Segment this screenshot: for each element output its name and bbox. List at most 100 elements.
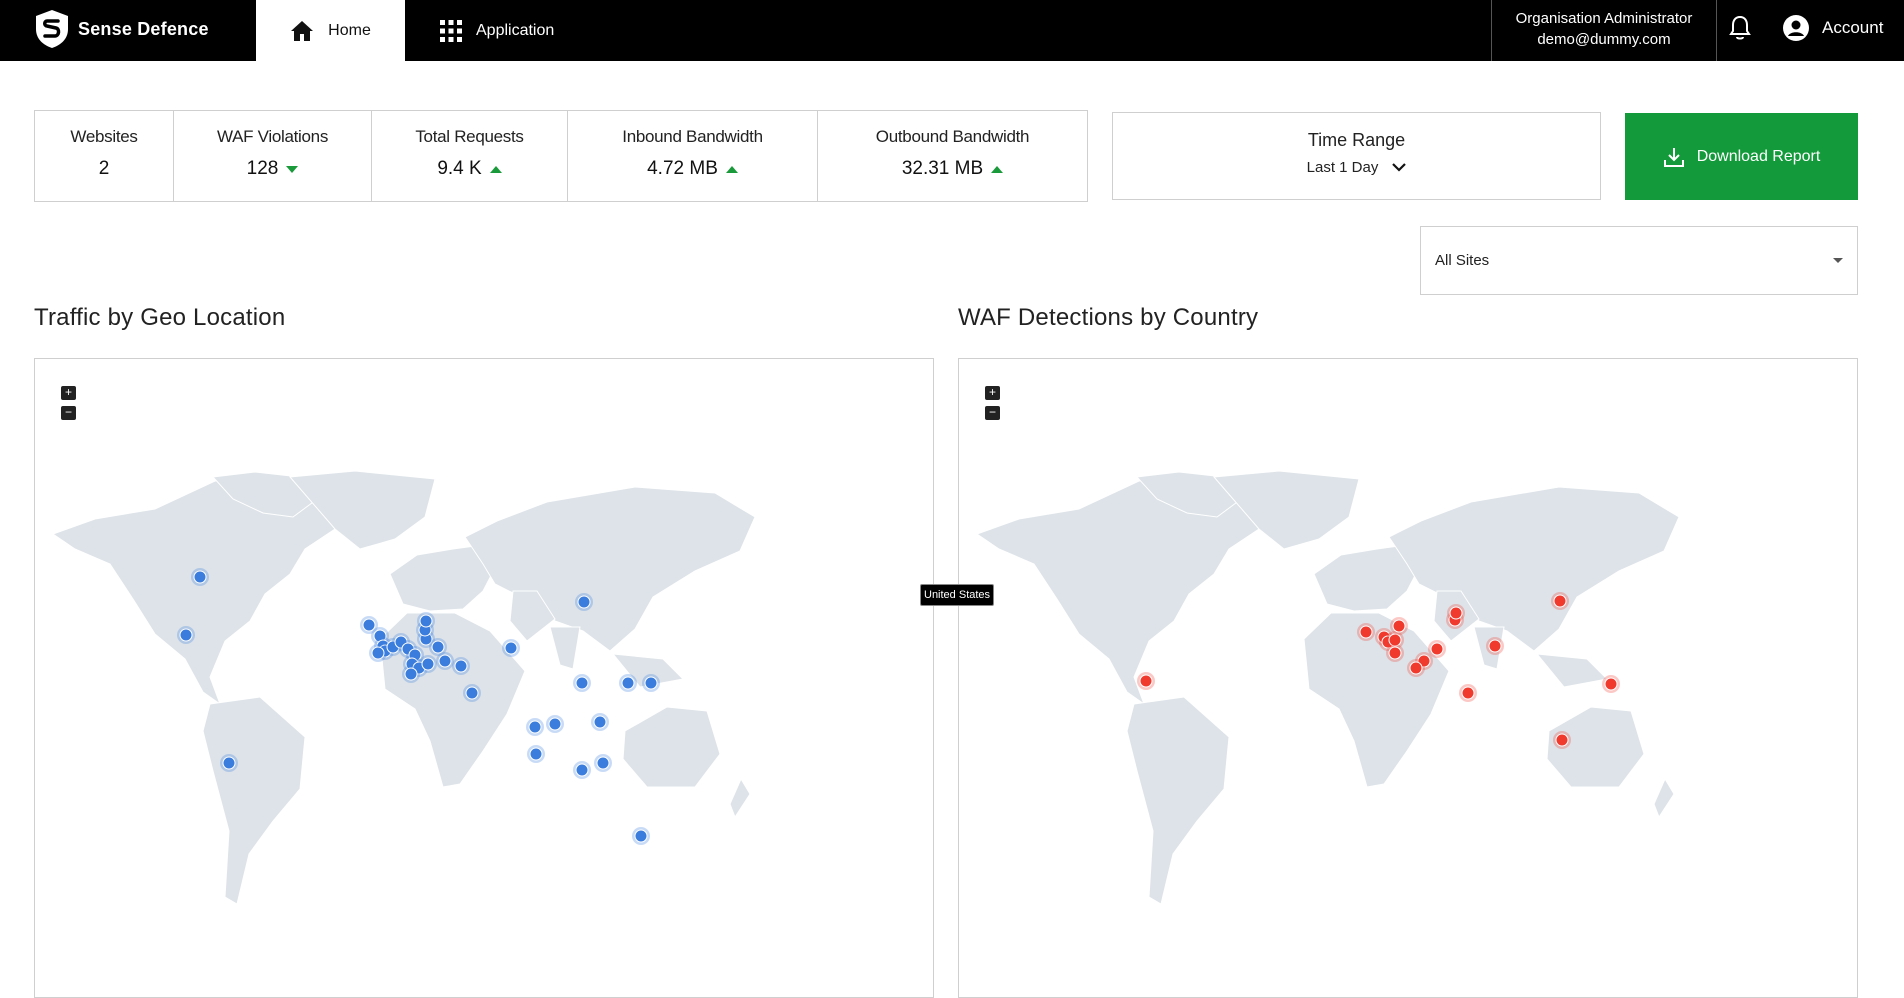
stat-total-requests: Total Requests 9.4 K bbox=[372, 111, 568, 201]
tab-home[interactable]: Home bbox=[256, 0, 405, 61]
caret-down-icon bbox=[1833, 258, 1843, 263]
trend-up-icon bbox=[725, 165, 738, 173]
location-marker[interactable] bbox=[591, 713, 609, 731]
traffic-geo-map[interactable]: + − bbox=[34, 358, 934, 998]
shield-logo-icon bbox=[36, 10, 68, 48]
location-marker[interactable] bbox=[191, 568, 209, 586]
traffic-map-title: Traffic by Geo Location bbox=[34, 304, 286, 331]
location-marker[interactable] bbox=[619, 674, 637, 692]
tab-application-label: Application bbox=[476, 21, 555, 39]
location-marker[interactable] bbox=[419, 655, 437, 673]
stat-label: Inbound Bandwidth bbox=[622, 127, 763, 146]
location-marker[interactable] bbox=[642, 674, 660, 692]
location-marker[interactable] bbox=[1486, 637, 1504, 655]
stat-value: 2 bbox=[98, 158, 110, 179]
location-marker[interactable] bbox=[1137, 672, 1155, 690]
nav-divider bbox=[1491, 0, 1492, 61]
location-marker[interactable] bbox=[369, 644, 387, 662]
location-marker[interactable] bbox=[402, 665, 420, 683]
user-role: Organisation Administrator bbox=[1515, 10, 1693, 27]
land-region bbox=[51, 476, 356, 706]
brand-logo[interactable]: Sense Defence bbox=[34, 9, 209, 49]
location-marker[interactable] bbox=[1553, 731, 1571, 749]
grid-icon bbox=[440, 19, 462, 42]
tab-application[interactable]: Application bbox=[440, 0, 554, 61]
stat-label: WAF Violations bbox=[216, 127, 329, 146]
time-range-select[interactable]: Last 1 Day bbox=[1113, 159, 1600, 176]
location-marker[interactable] bbox=[1428, 640, 1446, 658]
location-marker[interactable] bbox=[1386, 644, 1404, 662]
site-select[interactable]: All Sites bbox=[1420, 226, 1858, 295]
download-icon bbox=[1663, 147, 1684, 167]
land-region bbox=[622, 706, 721, 788]
location-marker[interactable] bbox=[632, 827, 650, 845]
land-region bbox=[975, 476, 1280, 706]
stats-bar: Websites 2 WAF Violations 128 Total Requ… bbox=[34, 110, 1088, 202]
waf-geo-map[interactable]: + − bbox=[958, 358, 1858, 998]
home-icon bbox=[291, 20, 314, 41]
world-map bbox=[51, 470, 756, 905]
chevron-down-icon bbox=[1392, 163, 1407, 172]
bell-icon[interactable] bbox=[1728, 15, 1752, 41]
trend-up-icon bbox=[991, 165, 1004, 173]
location-marker[interactable] bbox=[573, 761, 591, 779]
stat-outbound-bandwidth: Outbound Bandwidth 32.31 MB bbox=[818, 111, 1087, 201]
land-region bbox=[1388, 486, 1680, 652]
time-range-card: Time Range Last 1 Day bbox=[1112, 112, 1601, 200]
land-region bbox=[1126, 696, 1230, 905]
location-marker[interactable] bbox=[573, 674, 591, 692]
download-report-button[interactable]: Download Report bbox=[1625, 113, 1858, 200]
location-marker[interactable] bbox=[1602, 675, 1620, 693]
land-region bbox=[202, 696, 306, 905]
land-region bbox=[1535, 653, 1609, 688]
nav-divider bbox=[1716, 0, 1717, 61]
location-marker[interactable] bbox=[436, 652, 454, 670]
stat-value: 128 bbox=[246, 158, 279, 179]
time-range-title: Time Range bbox=[1307, 130, 1406, 150]
location-marker[interactable] bbox=[1447, 604, 1465, 622]
waf-map-title: WAF Detections by Country bbox=[958, 304, 1259, 331]
trend-up-icon bbox=[489, 165, 502, 173]
world-map bbox=[975, 470, 1680, 905]
location-marker[interactable] bbox=[594, 754, 612, 772]
location-marker[interactable] bbox=[177, 626, 195, 644]
location-marker[interactable] bbox=[546, 715, 564, 733]
stat-value: 32.31 MB bbox=[901, 158, 984, 179]
land-region bbox=[549, 626, 581, 670]
location-marker[interactable] bbox=[1390, 617, 1408, 635]
stat-value: 9.4 K bbox=[437, 158, 482, 179]
download-label: Download Report bbox=[1696, 147, 1821, 165]
location-marker[interactable] bbox=[575, 593, 593, 611]
user-info[interactable]: Organisation Administrator demo@dummy.co… bbox=[1493, 8, 1715, 50]
site-select-value: All Sites bbox=[1435, 252, 1490, 269]
map-tooltip: United States bbox=[920, 584, 995, 606]
location-marker[interactable] bbox=[1407, 659, 1425, 677]
land-region bbox=[464, 486, 756, 652]
location-marker[interactable] bbox=[463, 684, 481, 702]
location-marker[interactable] bbox=[502, 639, 520, 657]
land-region bbox=[729, 777, 751, 819]
location-marker[interactable] bbox=[1357, 623, 1375, 641]
location-marker[interactable] bbox=[1551, 592, 1569, 610]
location-marker[interactable] bbox=[526, 718, 544, 736]
location-marker[interactable] bbox=[220, 754, 238, 772]
user-email: demo@dummy.com bbox=[1537, 31, 1671, 48]
top-nav: Sense Defence Home Application Organisat… bbox=[0, 0, 1904, 61]
stat-label: Outbound Bandwidth bbox=[875, 127, 1030, 146]
trend-down-icon bbox=[286, 165, 299, 173]
location-marker[interactable] bbox=[527, 745, 545, 763]
stat-value: 4.72 MB bbox=[647, 158, 718, 179]
stat-waf-violations: WAF Violations 128 bbox=[174, 111, 372, 201]
stat-inbound-bandwidth: Inbound Bandwidth 4.72 MB bbox=[568, 111, 818, 201]
stat-websites: Websites 2 bbox=[35, 111, 174, 201]
location-marker[interactable] bbox=[417, 612, 435, 630]
stat-label: Websites bbox=[70, 127, 138, 146]
account-menu[interactable]: Account bbox=[1782, 14, 1883, 42]
land-region bbox=[1653, 777, 1675, 819]
location-marker[interactable] bbox=[452, 657, 470, 675]
account-label: Account bbox=[1822, 18, 1884, 37]
location-marker[interactable] bbox=[1459, 684, 1477, 702]
time-range-value: Last 1 Day bbox=[1306, 159, 1379, 176]
user-avatar-icon bbox=[1783, 15, 1809, 41]
stat-label: Total Requests bbox=[415, 127, 524, 146]
